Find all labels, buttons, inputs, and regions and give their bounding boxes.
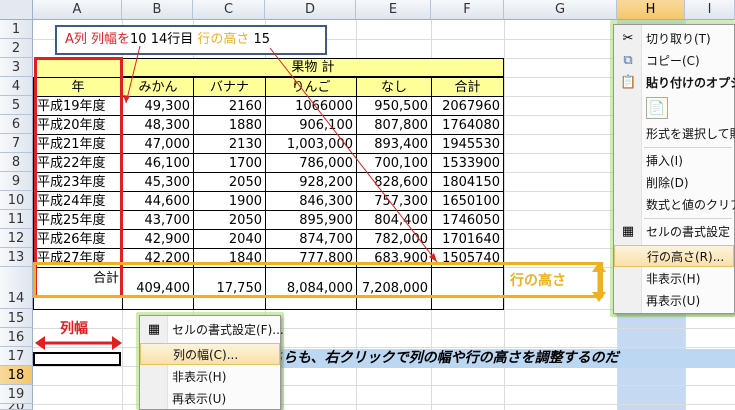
menu-item-paste-options[interactable]: 貼り付けのオプシ (614, 72, 735, 94)
col-width-label: 列幅 (60, 321, 88, 337)
row-height-arrow-bottom (592, 292, 606, 302)
menu-item-delete[interactable]: 削除(D) (614, 172, 734, 194)
row-height-arrow-top (592, 262, 606, 272)
menu-item-cut[interactable]: 切り取り(T) (614, 28, 734, 50)
arrow-to-row-14 (269, 47, 438, 263)
col-width-arrow-left (35, 336, 45, 350)
menu-item-copy[interactable]: コピー(C) (614, 50, 734, 72)
arrow-head-row-14 (429, 253, 437, 262)
menu-item-format-cells[interactable]: セルの書式設定 (614, 221, 734, 243)
active-cell[interactable] (33, 352, 121, 366)
menu-separator (644, 218, 732, 219)
context-menu-row: ✂ 切り取り(T) ⧉ コピー(C) 📋 貼り付けのオプシ 📄 形式を選択して貼… (613, 24, 735, 314)
menu-item-unhide[interactable]: 再表示(U) (614, 290, 734, 312)
paste-icon[interactable]: 📄 (646, 97, 668, 119)
menu-item-clear[interactable]: 数式と値のクリア (614, 194, 735, 216)
menu-item-column-width[interactable]: 列の幅(C)... (140, 343, 280, 365)
menu-item-hide[interactable]: 非表示(H) (614, 268, 734, 290)
arrow-head-column-a (123, 95, 130, 103)
instruction-banner: どちらも、右クリックで列の幅や行の高さを調整するのだ (245, 349, 735, 368)
menu-item-row-height[interactable]: 行の高さ(R)... (614, 245, 734, 267)
menu-separator (644, 147, 732, 148)
menu-item-paste-special[interactable]: 形式を選択して貼 (614, 123, 735, 145)
context-menu-column: ▦ セルの書式設定(F)... 列の幅(C)... 非表示(H) 再表示(U) (139, 315, 284, 410)
menu-item-format-cells[interactable]: セルの書式設定(F)... (140, 319, 284, 341)
col-width-arrow-right (112, 336, 122, 350)
row-height-label: 行の高さ (510, 273, 566, 289)
menu-item-unhide[interactable]: 再表示(U) (140, 388, 280, 410)
menu-item-hide[interactable]: 非表示(H) (140, 366, 280, 388)
arrow-to-column-a (125, 45, 141, 104)
menu-item-insert[interactable]: 挿入(I) (614, 150, 734, 172)
